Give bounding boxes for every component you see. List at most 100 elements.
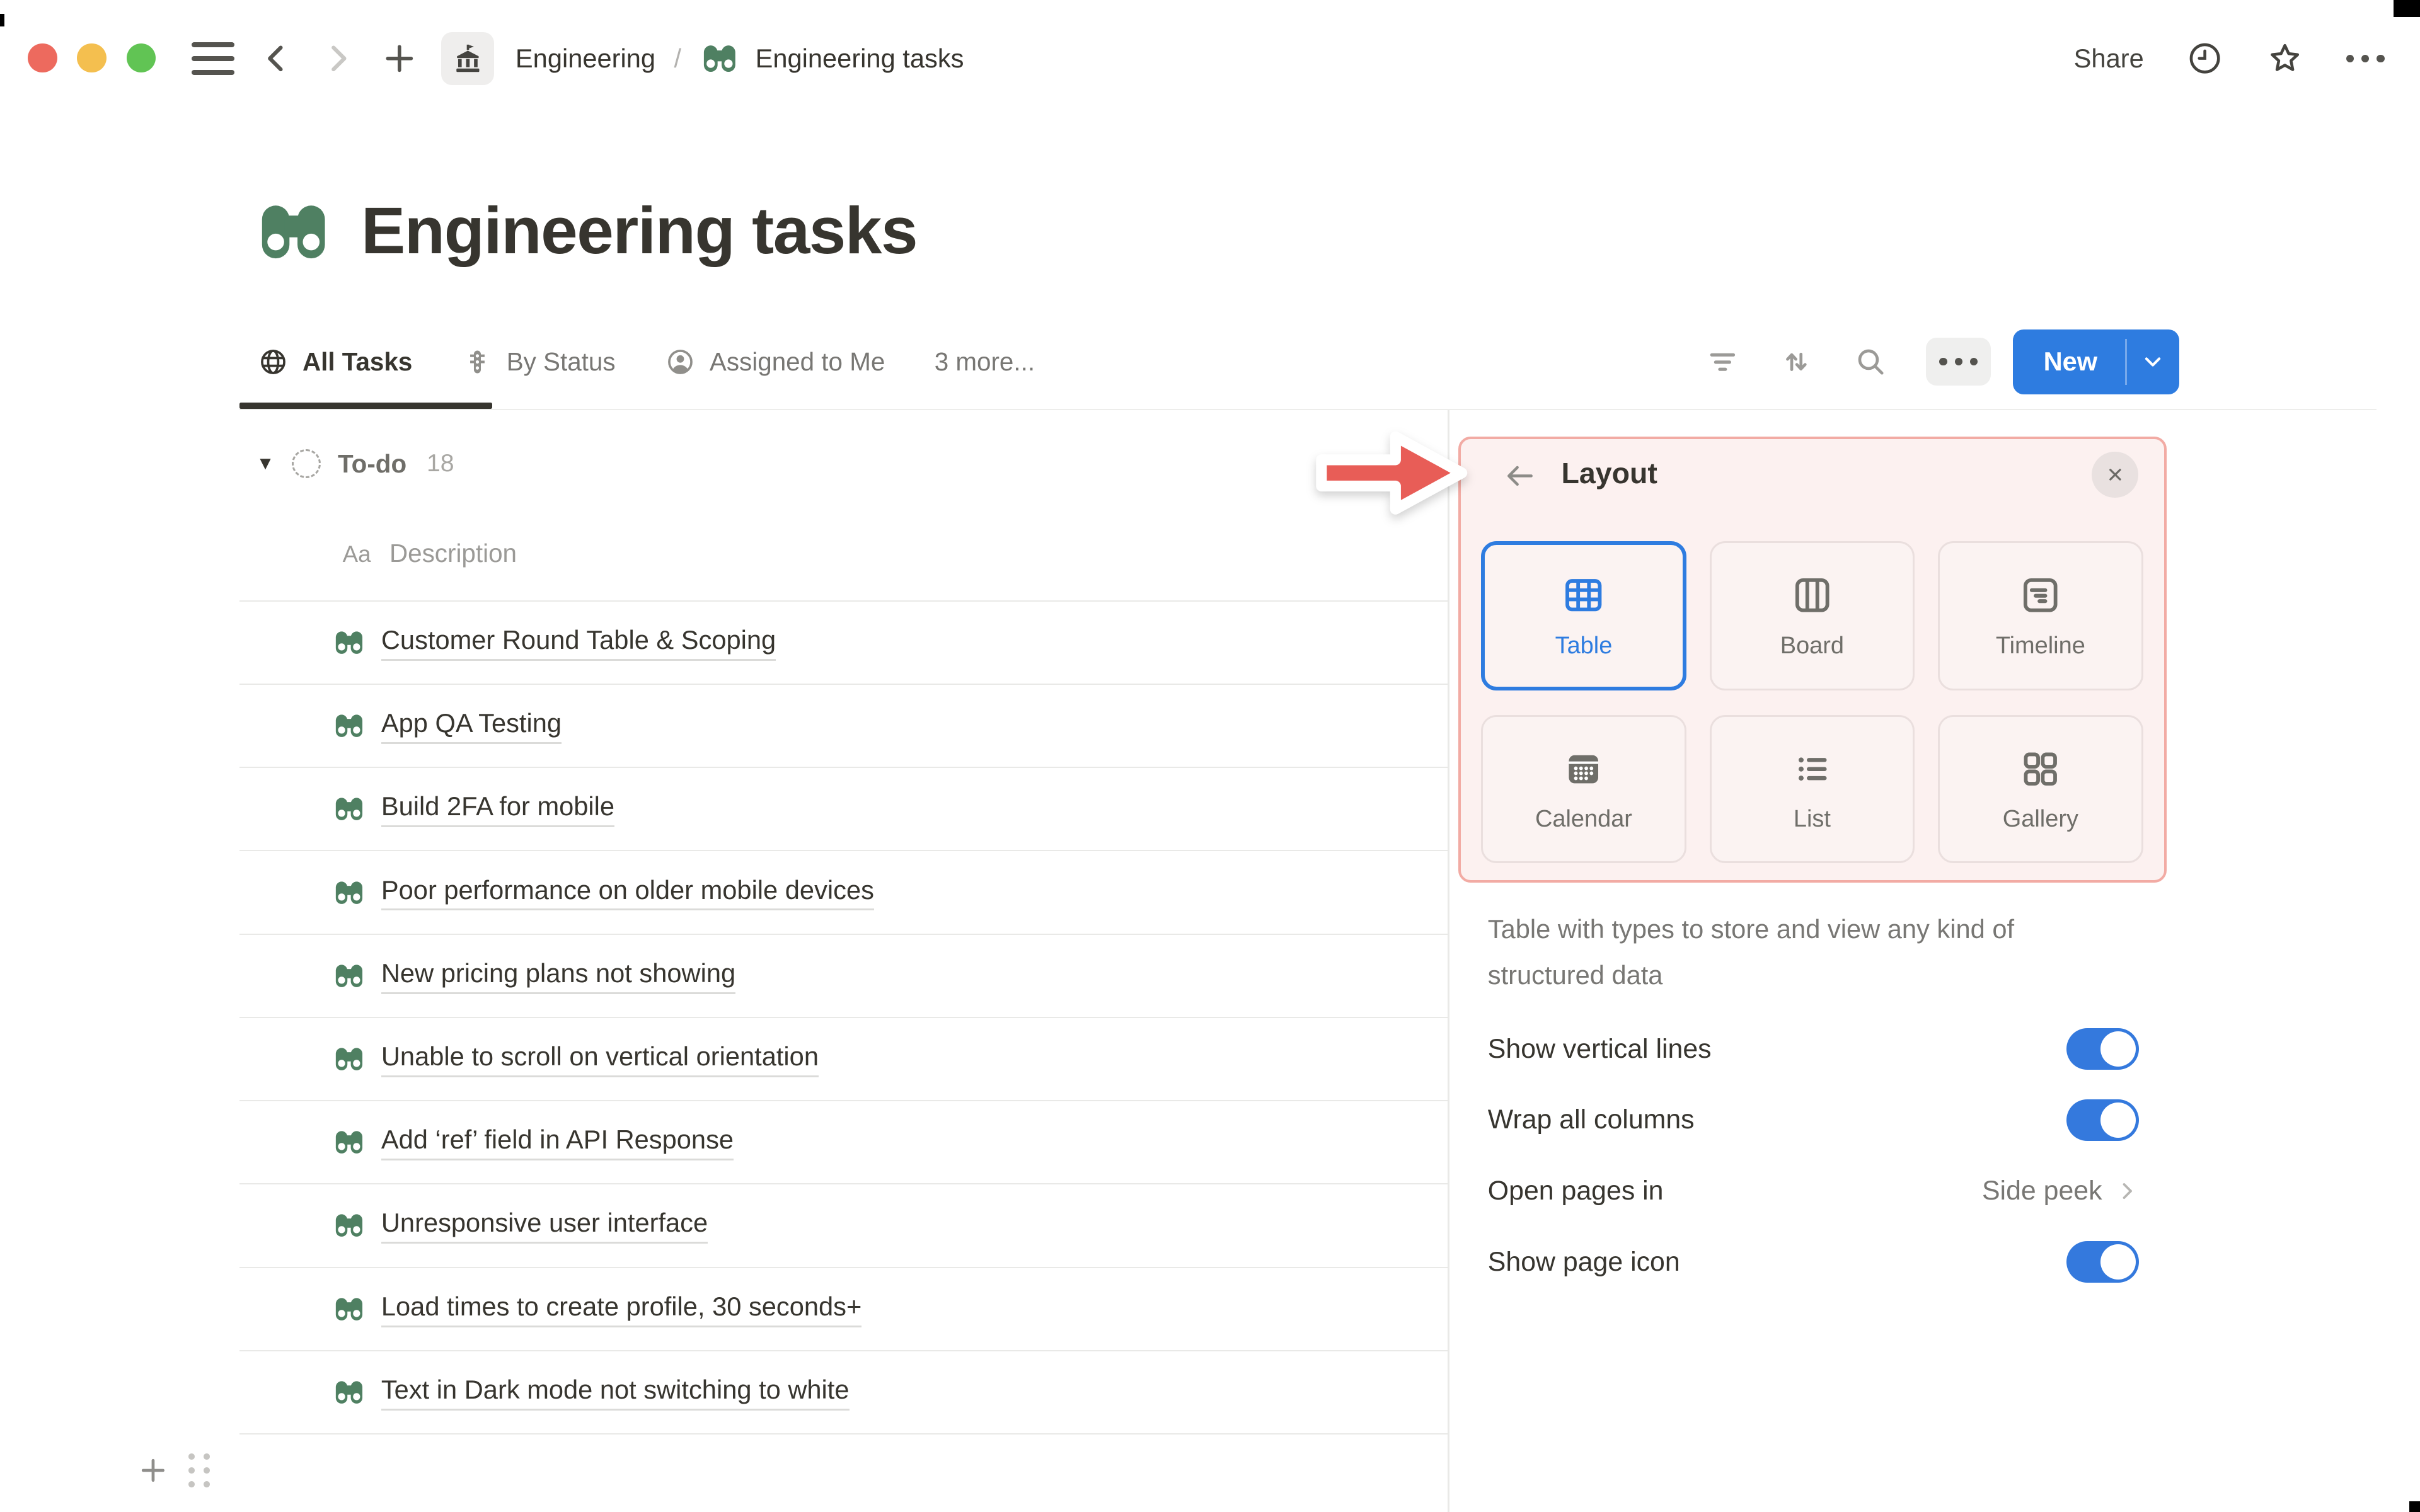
topbar-actions: Share [2074, 0, 2385, 117]
close-window-button[interactable] [28, 43, 57, 73]
group-name: To-do [337, 449, 407, 478]
back-arrow-icon[interactable] [1501, 457, 1538, 495]
tab-by-status[interactable]: By Status [462, 346, 616, 377]
layout-option-table[interactable]: Table [1481, 541, 1686, 691]
show-page-icon-toggle[interactable] [2066, 1241, 2140, 1283]
binoculars-icon [332, 876, 366, 910]
table-row[interactable]: Poor performance on older mobile devices [239, 851, 1448, 935]
minimize-window-button[interactable] [77, 43, 107, 73]
tab-label: By Status [506, 346, 616, 376]
new-button[interactable]: New [2012, 329, 2179, 394]
table-row[interactable]: Customer Round Table & Scoping [239, 602, 1448, 685]
filter-icon[interactable] [1704, 343, 1741, 381]
layout-option-calendar[interactable]: Calendar [1481, 715, 1686, 864]
group-disclosure-icon[interactable]: ▼ [256, 453, 275, 474]
row-title[interactable]: New pricing plans not showing [381, 958, 736, 994]
tab-label: 3 more... [934, 346, 1035, 376]
group-header-todo[interactable]: ▼ To-do 18 [256, 449, 454, 479]
screenshot-artifact [2409, 1501, 2420, 1512]
back-icon[interactable] [256, 38, 297, 79]
layout-option-label: List [1793, 806, 1831, 833]
layout-option-board[interactable]: Board [1709, 541, 1915, 691]
tab-all-tasks[interactable]: All Tasks [258, 346, 412, 377]
binoculars-icon[interactable] [253, 192, 333, 272]
tab-more-views[interactable]: 3 more... [935, 347, 1035, 377]
view-more-icon[interactable] [1926, 338, 1991, 386]
tab-assigned-to-me[interactable]: Assigned to Me [665, 346, 885, 377]
table-row[interactable]: New pricing plans not showing [239, 935, 1448, 1018]
share-button[interactable]: Share [2074, 43, 2144, 74]
sort-icon[interactable] [1778, 343, 1815, 381]
setting-label: Open pages in [1487, 1176, 1664, 1206]
status-traffic-light-icon [462, 346, 493, 377]
tab-label: All Tasks [302, 346, 413, 376]
star-icon[interactable] [2266, 39, 2304, 77]
toggle-knob [2100, 1031, 2136, 1067]
table-row[interactable]: Unresponsive user interface [239, 1184, 1448, 1268]
layout-panel: Layout Table Board Timeline Calendar Lis… [1458, 437, 2167, 883]
breadcrumb-separator: / [674, 43, 682, 74]
chevron-right-icon [2114, 1179, 2139, 1203]
layout-option-gallery[interactable]: Gallery [1937, 715, 2143, 864]
breadcrumb-space[interactable]: Engineering [516, 43, 655, 74]
new-dropdown-button[interactable] [2127, 329, 2179, 394]
wrap-all-columns-toggle[interactable] [2066, 1099, 2140, 1141]
layout-option-label: Board [1780, 632, 1845, 659]
view-toolbar: New [1704, 318, 2179, 406]
table-row[interactable]: Load times to create profile, 30 seconds… [239, 1268, 1448, 1351]
row-title[interactable]: Unable to scroll on vertical orientation [381, 1041, 819, 1077]
row-title[interactable]: Text in Dark mode not switching to white [381, 1374, 850, 1411]
layout-option-timeline[interactable]: Timeline [1937, 541, 2143, 691]
page-title[interactable]: Engineering tasks [361, 193, 918, 269]
setting-label: Show page icon [1487, 1246, 1680, 1277]
layout-option-label: Timeline [1995, 632, 2085, 659]
active-tab-underline [239, 403, 493, 409]
row-title[interactable]: Customer Round Table & Scoping [381, 624, 776, 661]
row-title[interactable]: App QA Testing [381, 707, 562, 744]
row-title[interactable]: Poor performance on older mobile devices [381, 874, 874, 911]
table-row[interactable]: Text in Dark mode not switching to white [239, 1351, 1448, 1435]
new-button-label[interactable]: New [2013, 329, 2126, 394]
binoculars-icon [700, 38, 740, 79]
row-title[interactable]: Build 2FA for mobile [381, 791, 615, 828]
layout-panel-title: Layout [1561, 456, 1657, 490]
tabs-divider [239, 408, 2377, 411]
search-icon[interactable] [1852, 343, 1889, 381]
row-title[interactable]: Add ‘ref’ field in API Response [381, 1124, 734, 1161]
layout-option-label: Gallery [2002, 806, 2078, 833]
breadcrumb-page[interactable]: Engineering tasks [756, 43, 964, 74]
layout-panel-settings: Table with types to store and view any k… [1458, 883, 2167, 1298]
add-row-plus-icon[interactable] [136, 1453, 170, 1487]
board-layout-icon [1789, 572, 1835, 618]
row-title[interactable]: Load times to create profile, 30 seconds… [381, 1291, 862, 1327]
screenshot-artifact [0, 14, 5, 26]
fullscreen-window-button[interactable] [126, 43, 156, 73]
globe-icon [258, 346, 289, 377]
gallery-layout-icon [2017, 746, 2063, 792]
binoculars-icon [332, 1375, 366, 1409]
new-page-icon[interactable] [379, 38, 420, 79]
table-row[interactable]: Add ‘ref’ field in API Response [239, 1101, 1448, 1185]
show-vertical-lines-toggle[interactable] [2066, 1028, 2140, 1070]
clock-icon[interactable] [2186, 39, 2224, 77]
layout-option-list[interactable]: List [1709, 715, 1915, 864]
group-count: 18 [426, 450, 454, 478]
table-row[interactable]: App QA Testing [239, 685, 1448, 769]
drag-handle-icon[interactable] [188, 1453, 210, 1487]
sidebar-menu-icon[interactable] [191, 37, 235, 81]
more-icon[interactable] [2346, 54, 2385, 63]
teamspace-building-icon[interactable] [441, 32, 494, 85]
row-title[interactable]: Unresponsive user interface [381, 1207, 708, 1244]
forward-icon[interactable] [318, 38, 358, 79]
calendar-layout-icon [1560, 746, 1606, 792]
column-header-description[interactable]: Aa Description [343, 539, 517, 568]
breadcrumb: Engineering / Engineering tasks [516, 38, 964, 79]
table-row[interactable]: Unable to scroll on vertical orientation [239, 1018, 1448, 1102]
setting-open-pages-in[interactable]: Open pages in Side peek [1458, 1155, 2167, 1227]
topbar-nav: Engineering / Engineering tasks [191, 0, 964, 117]
table-row[interactable]: Build 2FA for mobile [239, 768, 1448, 852]
close-button[interactable] [2092, 451, 2138, 498]
table-layout-icon [1560, 572, 1606, 618]
screenshot-artifact [2394, 0, 2420, 17]
binoculars-icon [332, 626, 366, 660]
